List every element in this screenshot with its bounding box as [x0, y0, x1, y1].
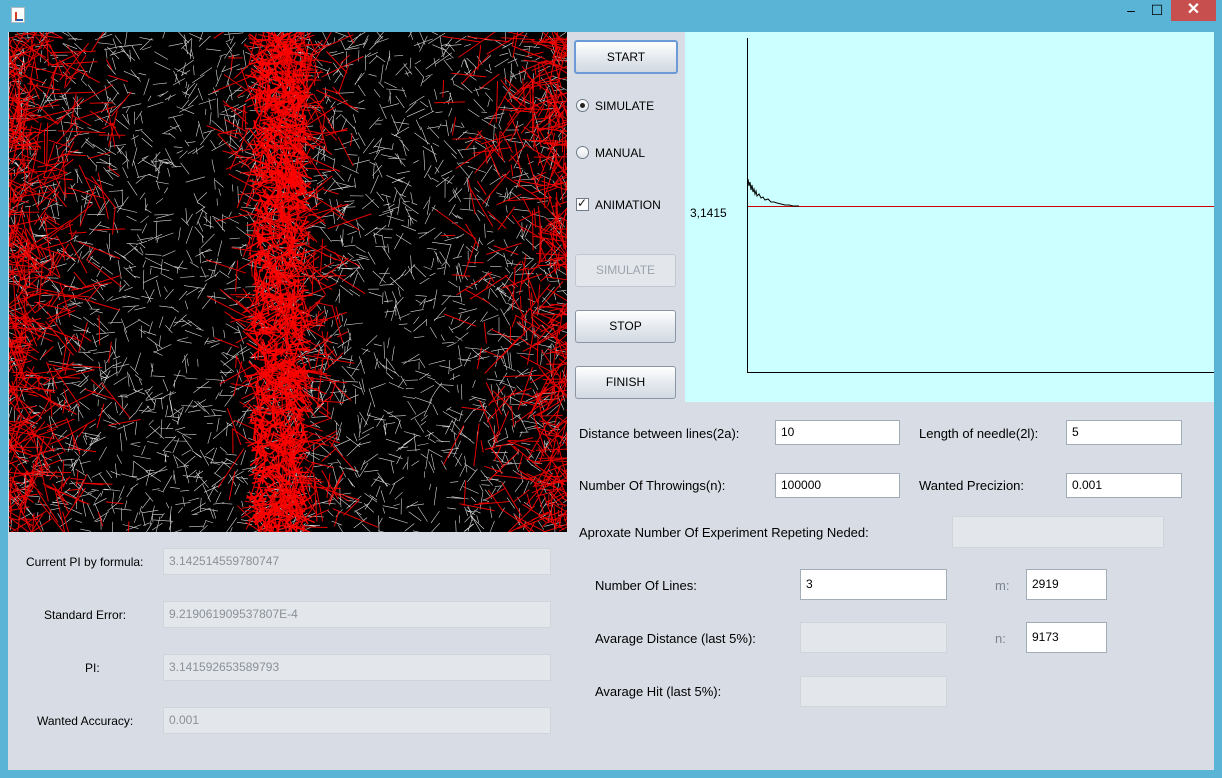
- needle-length-label: Length of needle(2l):: [919, 426, 1039, 441]
- maximize-button[interactable]: ☐: [1144, 0, 1170, 21]
- precision-input[interactable]: 0.001: [1066, 473, 1182, 498]
- graph-drawing: [747, 38, 1214, 373]
- estimate-trace: [747, 178, 799, 207]
- distance-input[interactable]: 10: [775, 420, 900, 445]
- check-icon: ✓: [577, 196, 588, 210]
- animation-checkbox-label[interactable]: ANIMATION: [595, 198, 661, 212]
- y-axis-pi-tick: 3,1415: [690, 206, 727, 220]
- current-pi-field: 3.142514559780747: [163, 548, 551, 575]
- needle-length-input[interactable]: 5: [1066, 420, 1182, 445]
- n-value-field[interactable]: 9173: [1026, 622, 1107, 653]
- stop-button[interactable]: STOP: [575, 310, 676, 343]
- simulate-button[interactable]: SIMULATE: [575, 254, 676, 287]
- avg-hit-label: Avarage Hit (last 5%):: [595, 684, 722, 699]
- simulate-radio-label[interactable]: SIMULATE: [595, 99, 654, 113]
- main-panel: START SIMULATE MANUAL ✓ ANIMATION SIMULA…: [8, 32, 1214, 770]
- app-window: – ☐ ✕ START SIMULATE MANUAL ✓ ANIMATION …: [0, 0, 1222, 778]
- std-error-field: 9.219061909537807E-4: [163, 601, 551, 628]
- precision-label: Wanted Precizion:: [919, 478, 1025, 493]
- java-app-icon: [11, 7, 25, 23]
- throwings-input[interactable]: 100000: [775, 473, 900, 498]
- accuracy-label: Wanted Accuracy:: [37, 714, 134, 728]
- pi-convergence-graph: 3,1415: [685, 32, 1214, 402]
- needle-canvas: [9, 32, 567, 532]
- std-error-label: Standard Error:: [44, 608, 127, 622]
- throwings-label: Number Of Throwings(n):: [579, 478, 726, 493]
- lines-count-label: Number Of Lines:: [595, 578, 697, 593]
- current-pi-label: Current PI by formula:: [26, 555, 144, 569]
- manual-radio-label[interactable]: MANUAL: [595, 146, 645, 160]
- pi-label: PI:: [85, 661, 100, 675]
- avg-distance-field: [800, 622, 947, 653]
- manual-radio[interactable]: [576, 146, 589, 159]
- distance-label: Distance between lines(2a):: [579, 426, 740, 441]
- m-label: m:: [995, 578, 1010, 593]
- close-button[interactable]: ✕: [1171, 0, 1216, 21]
- simulate-radio[interactable]: [576, 99, 589, 112]
- m-value-field[interactable]: 2919: [1026, 569, 1107, 600]
- n-label: n:: [995, 631, 1006, 646]
- title-bar[interactable]: – ☐ ✕: [0, 0, 1222, 28]
- start-button[interactable]: START: [574, 40, 678, 74]
- repeat-count-label: Aproxate Number Of Experiment Repeting N…: [579, 525, 869, 540]
- accuracy-field: 0.001: [163, 707, 551, 734]
- lines-count-input[interactable]: 3: [800, 569, 947, 600]
- repeat-count-field: [952, 516, 1164, 548]
- animation-checkbox[interactable]: ✓: [576, 196, 589, 211]
- minimize-button[interactable]: –: [1118, 0, 1144, 21]
- avg-distance-label: Avarage Distance (last 5%):: [595, 631, 756, 646]
- pi-field: 3.141592653589793: [163, 654, 551, 681]
- avg-hit-field: [800, 676, 947, 707]
- needle-drawing: [9, 32, 567, 532]
- finish-button[interactable]: FINISH: [575, 366, 676, 399]
